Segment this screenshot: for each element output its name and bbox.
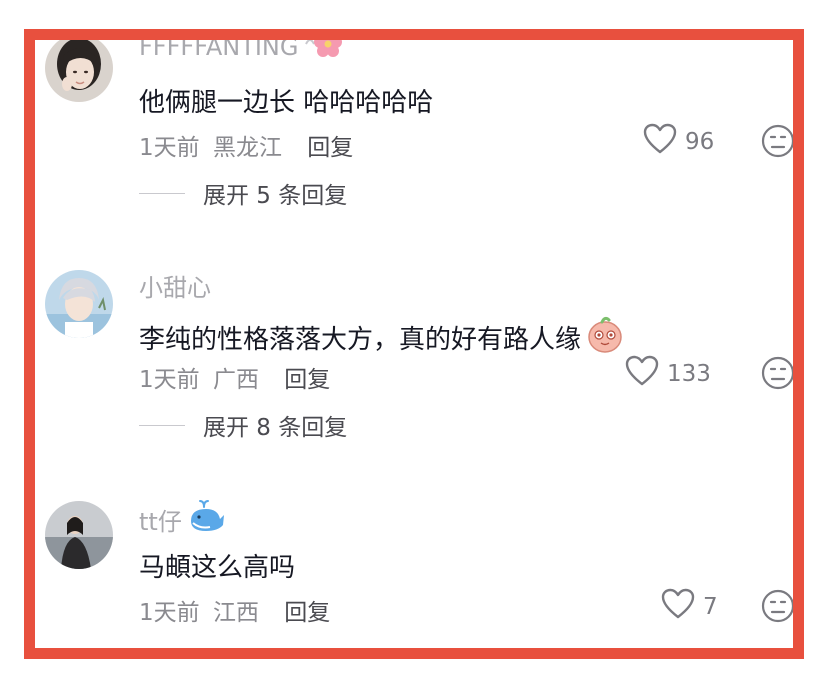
username-text: FFFFFANTING	[139, 33, 299, 61]
like-button[interactable]: 7	[661, 588, 718, 626]
heart-icon	[643, 123, 677, 161]
comment-item: 小甜心 李纯的性格落落大方，真的好有路人缘 1天前 广西 回复 133 展开 8…	[35, 260, 793, 480]
comment-text-content: 马頔这么高吗	[139, 553, 296, 583]
reply-button[interactable]: 回复	[307, 135, 353, 161]
comment-text: 马頔这么高吗	[139, 547, 295, 584]
comment-username[interactable]: FFFFFANTING	[139, 33, 344, 68]
cute-face-emoji-icon	[585, 314, 625, 361]
dislike-face-icon[interactable]	[761, 124, 793, 158]
like-button[interactable]: 133	[625, 355, 711, 393]
username-text: tt仔	[139, 507, 182, 536]
like-count: 7	[703, 594, 718, 620]
comment-item: tt仔 马頔这么高吗 1天前 江西 回复 7	[35, 495, 793, 659]
divider-line	[139, 192, 185, 194]
heart-icon	[661, 588, 695, 626]
comment-list-frame: FFFFFANTING 他俩腿一边长 哈哈哈哈哈 1天前 黑龙江 回复 96 展…	[24, 29, 804, 659]
expand-replies-label: 展开 8 条回复	[203, 415, 348, 441]
comment-location: 江西	[212, 600, 259, 626]
avatar[interactable]	[45, 501, 113, 569]
comment-meta: 1天前 黑龙江 回复	[139, 128, 353, 162]
reply-button[interactable]: 回复	[284, 367, 330, 393]
expand-replies-label: 展开 2 条回复	[203, 641, 347, 648]
dislike-face-icon[interactable]	[761, 356, 793, 390]
avatar[interactable]	[45, 270, 113, 338]
flower-icon	[304, 40, 344, 68]
comment-text-content: 他俩腿一边长 哈哈哈哈哈	[139, 88, 434, 118]
comment-time: 1天前	[139, 600, 200, 626]
avatar[interactable]	[45, 40, 113, 102]
divider-line	[139, 658, 185, 659]
comment-location: 广西	[212, 367, 259, 393]
comment-username[interactable]: 小甜心	[139, 268, 211, 303]
comment-username[interactable]: tt仔	[139, 499, 226, 539]
expand-replies-button[interactable]: 展开 8 条回复	[139, 408, 347, 442]
expand-replies-label: 展开 5 条回复	[203, 183, 348, 209]
comment-time: 1天前	[139, 367, 200, 393]
whale-icon	[188, 499, 226, 539]
heart-icon	[625, 355, 659, 393]
comment-meta: 1天前 广西 回复	[139, 360, 330, 394]
comment-text: 他俩腿一边长 哈哈哈哈哈	[139, 82, 433, 119]
reply-button[interactable]: 回复	[284, 600, 330, 626]
divider-line	[139, 424, 185, 426]
comment-time: 1天前	[139, 135, 200, 161]
comment-text-content: 李纯的性格落落大方，真的好有路人缘	[139, 325, 582, 355]
expand-replies-button[interactable]: 展开 2 条回复	[139, 641, 347, 659]
comment-location: 黑龙江	[212, 135, 282, 161]
like-button[interactable]: 96	[643, 123, 714, 161]
like-count: 96	[685, 129, 715, 155]
like-count: 133	[667, 361, 711, 387]
username-text: 小甜心	[139, 274, 211, 302]
expand-replies-button[interactable]: 展开 5 条回复	[139, 176, 347, 210]
comment-item: FFFFFANTING 他俩腿一边长 哈哈哈哈哈 1天前 黑龙江 回复 96 展…	[35, 40, 793, 240]
dislike-face-icon[interactable]	[761, 589, 793, 623]
comment-meta: 1天前 江西 回复	[139, 593, 330, 627]
comment-text: 李纯的性格落落大方，真的好有路人缘	[139, 314, 625, 361]
